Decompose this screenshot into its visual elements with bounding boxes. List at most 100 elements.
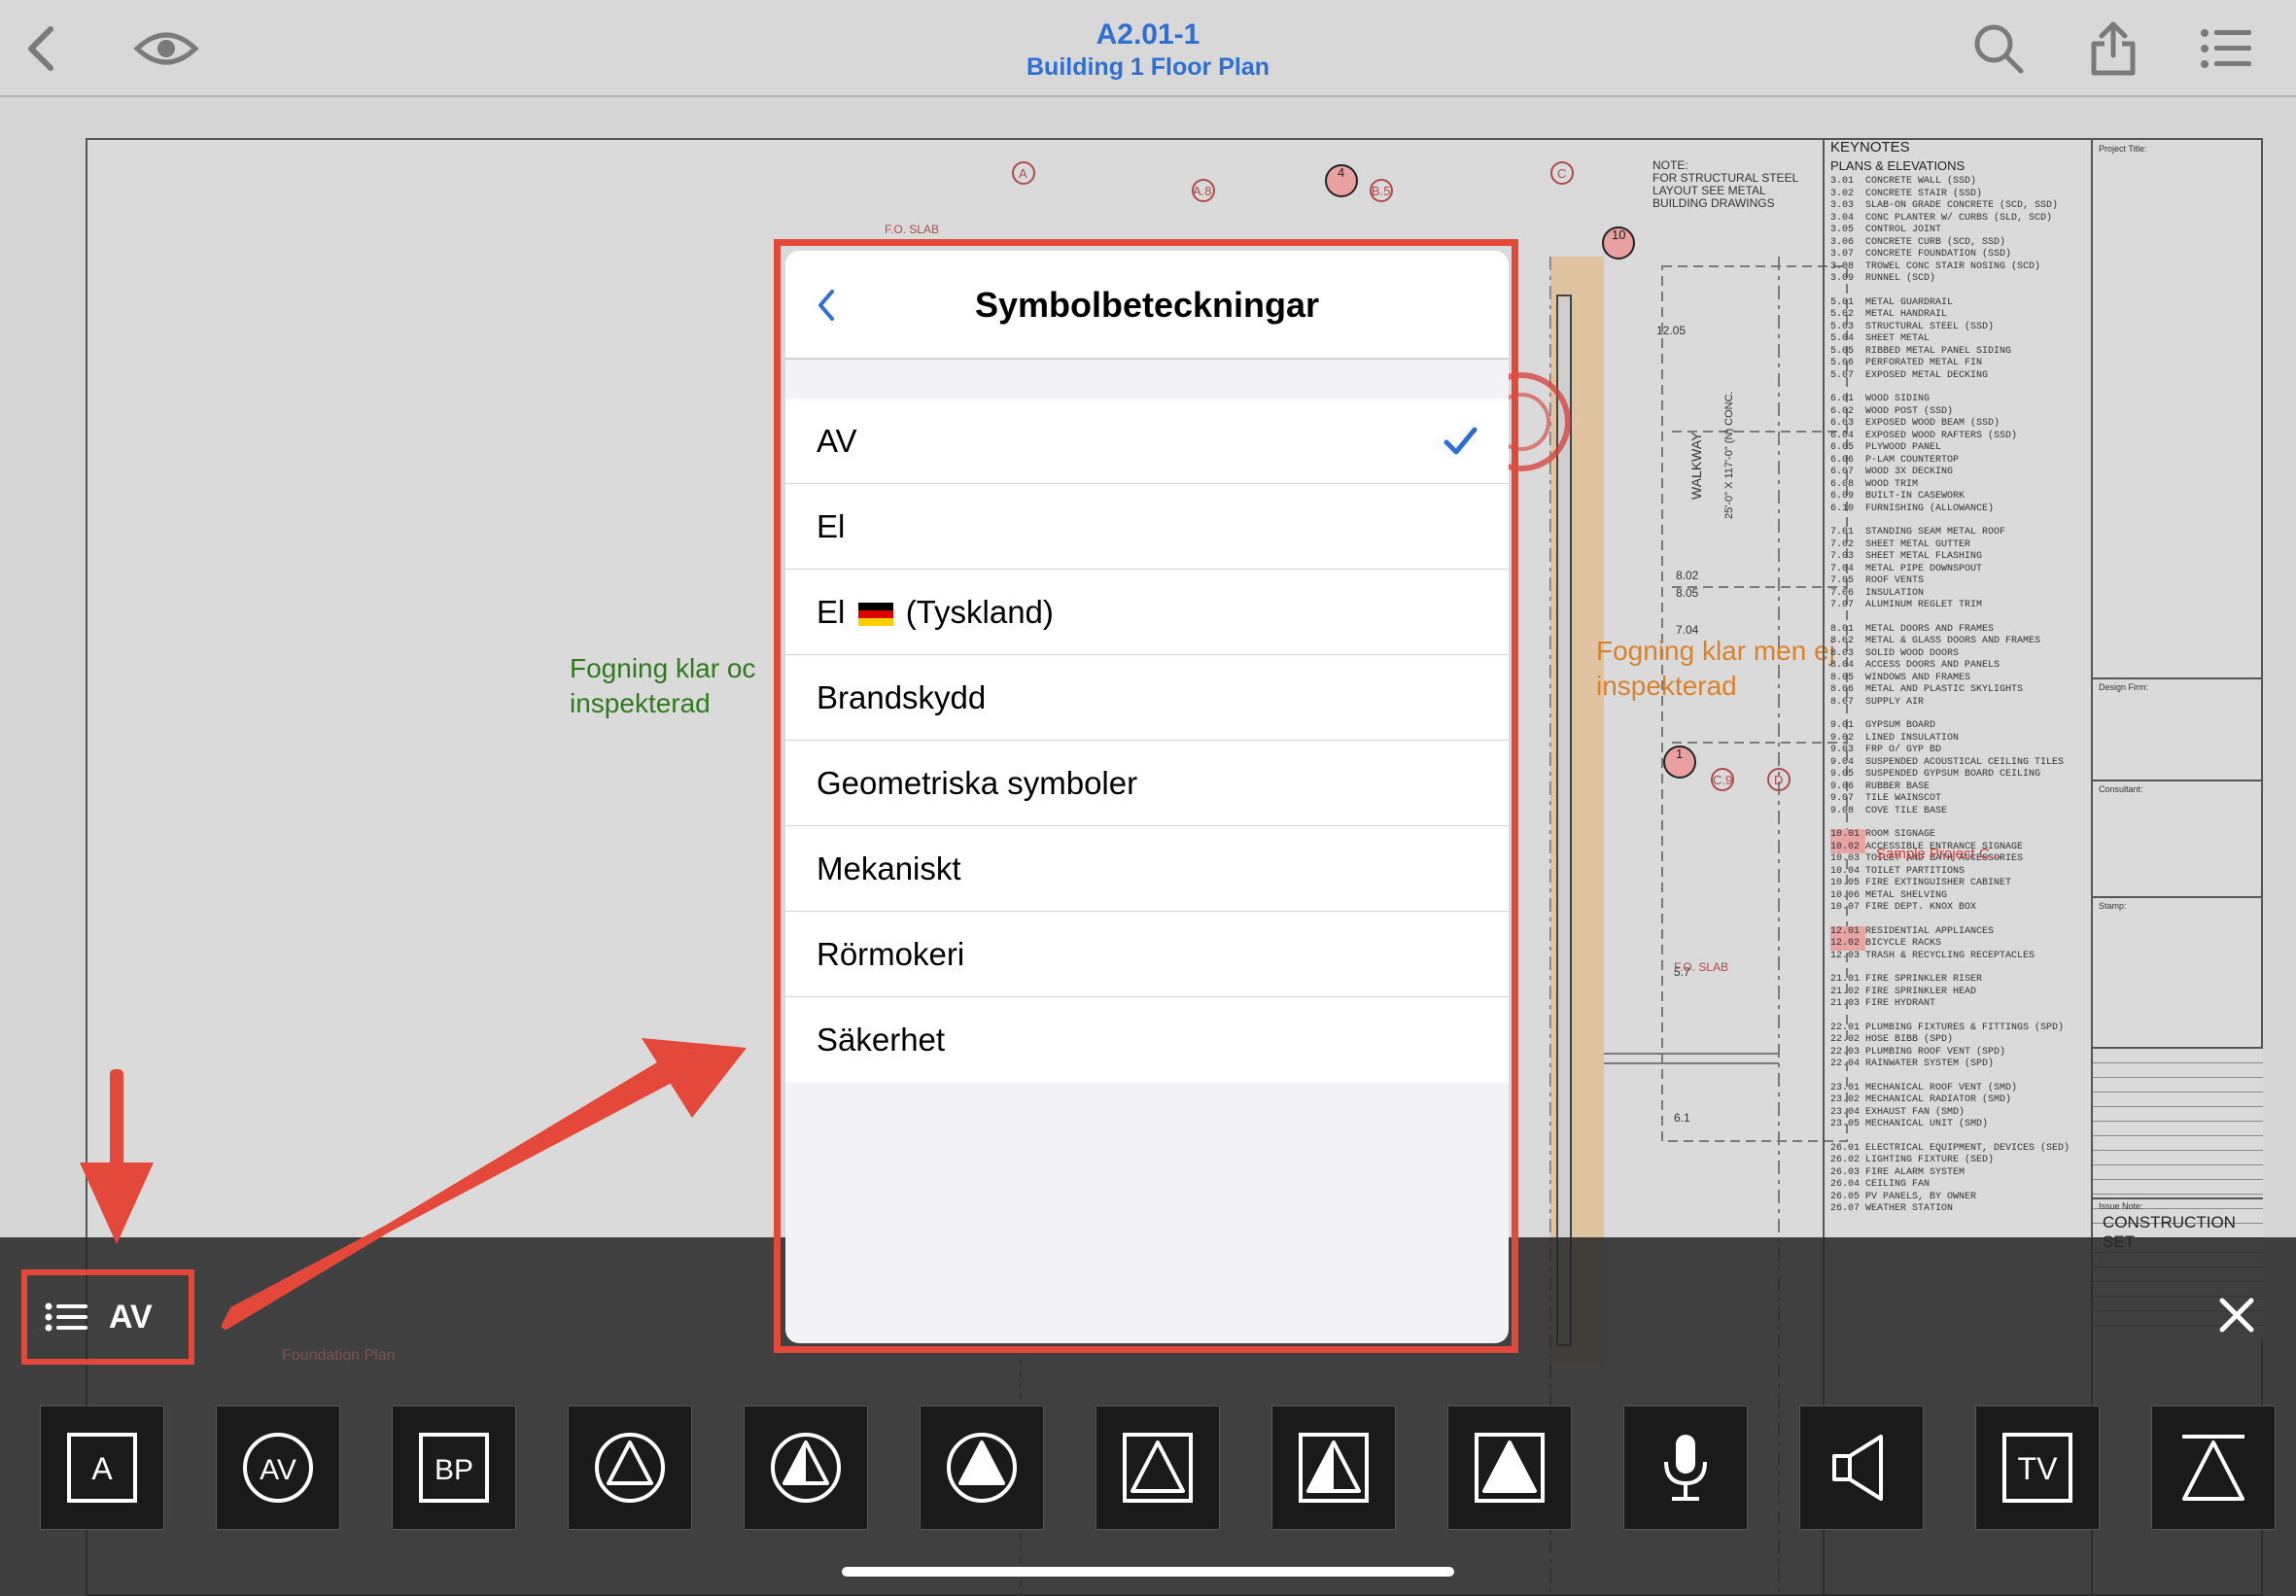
category-item-sakerhet[interactable]: Säkerhet	[785, 997, 1509, 1083]
keynote-text: FRP O/ GYP BD	[1865, 745, 1942, 755]
keynote-text: METAL HANDRAIL	[1865, 309, 1948, 320]
keynote-text: MECHANICAL ROOF VENT (SMD)	[1865, 1082, 2018, 1093]
keynote-row: 3.01 CONCRETE WALL (SSD)	[1830, 176, 2085, 189]
keynote-text: BICYCLE RACKS	[1865, 938, 1942, 949]
keynote-row: 7.01 STANDING SEAM METAL ROOF	[1830, 527, 2085, 539]
keynote-row: 26.02 LIGHTING FIXTURE (SED)	[1830, 1155, 2085, 1167]
keynote-code: 23.02	[1830, 1094, 1861, 1105]
keynote-row: 6.06 P-LAM COUNTERTOP	[1830, 455, 2085, 468]
keynote-code: 6.10	[1830, 503, 1855, 514]
keynote-code: 9.01	[1830, 720, 1855, 731]
keynote-text: INSULATION	[1865, 587, 1925, 599]
category-item-label: El (Tyskland)	[817, 593, 1054, 630]
design-firm-label: Design Firm:	[2099, 682, 2149, 692]
popover-header: Symbolbeteckningar	[785, 251, 1509, 360]
keynote-text: FIRE SPRINKLER HEAD	[1865, 986, 1977, 997]
tool-triangle-circle-outline[interactable]	[568, 1405, 692, 1530]
svg-text:6.1: 6.1	[1674, 1111, 1690, 1125]
category-item-mekaniskt[interactable]: Mekaniskt	[785, 826, 1509, 912]
tool-triangle-square-half[interactable]	[1271, 1405, 1396, 1530]
keynote-code: 7.04	[1830, 563, 1855, 574]
keynote-row: 21.02 FIRE SPRINKLER HEAD	[1830, 987, 2085, 999]
keynote-row: 22.02 HOSE BIBB (SPD)	[1830, 1034, 2085, 1047]
tool-triangle-square-outline[interactable]	[1096, 1405, 1220, 1530]
keynote-text: SOLID WOOD DOORS	[1865, 647, 1960, 659]
category-item-label: El	[817, 507, 846, 544]
keynote-code: 10.05	[1830, 878, 1861, 888]
keynote-code: 23.01	[1830, 1082, 1861, 1093]
annotation-orange[interactable]: Fogning klar men ej inspekterad	[1596, 634, 1835, 704]
keynote-code: 3.05	[1830, 225, 1855, 235]
list-icon	[2201, 29, 2251, 68]
share-button[interactable]	[2082, 17, 2144, 80]
tool-text: TV	[2018, 1451, 2059, 1486]
category-item-av[interactable]: AV	[785, 399, 1509, 484]
tool-triangle-bar[interactable]	[2151, 1405, 2276, 1530]
tool-triangle-circle-filled[interactable]	[920, 1405, 1044, 1530]
category-button[interactable]: AV	[21, 1269, 194, 1365]
tool-av-circle[interactable]: AV	[216, 1405, 340, 1530]
category-item-el[interactable]: El	[785, 484, 1509, 570]
keynote-row: 3.04 CONC PLANTER W/ CURBS (SLD, SCD)	[1830, 213, 2085, 226]
keynote-code: 9.04	[1830, 756, 1855, 768]
keynote-code: 21.01	[1830, 974, 1861, 985]
keynote-code: 3.01	[1830, 176, 1855, 187]
keynote-gap	[1830, 817, 2085, 829]
keynote-text: FIRE ALARM SYSTEM	[1865, 1166, 1966, 1178]
keynotes-title: KEYNOTES	[1830, 139, 1910, 156]
keynote-code: 9.02	[1830, 732, 1855, 744]
tool-triangle-circle-half[interactable]	[744, 1405, 868, 1530]
category-item-geometriska-symboler[interactable]: Geometriska symboler	[785, 741, 1509, 826]
annotation-green[interactable]: Fogning klar oc inspekterad	[570, 651, 755, 721]
keynote-row: 3.08 TROWEL CONC STAIR NOSING (SCD)	[1830, 261, 2085, 274]
checkmark-icon	[1444, 427, 1478, 455]
list-button[interactable]	[2195, 17, 2257, 80]
triangle-square-filled-icon	[1475, 1433, 1545, 1503]
keynote-row: 9.03 FRP O/ GYP BD	[1830, 745, 2085, 757]
triangle-square-outline-icon	[1123, 1433, 1193, 1503]
category-item-brandskydd[interactable]: Brandskydd	[785, 655, 1509, 741]
germany-flag-icon	[857, 602, 893, 626]
project-title-label: Project Title:	[2099, 144, 2147, 154]
issue-note-label: Issue Note:	[2099, 1201, 2143, 1211]
tool-bp-square[interactable]: BP	[392, 1405, 516, 1530]
sample-project-link[interactable]: Sample Project C...	[1876, 846, 2001, 862]
keynote-gap	[1830, 915, 2085, 926]
svg-text:C.9: C.9	[1713, 773, 1732, 787]
tool-tv-square[interactable]: TV	[1975, 1405, 2100, 1530]
keynote-row: 12.03 TRASH & RECYCLING RECEPTACLES	[1830, 951, 2085, 963]
tool-speaker[interactable]	[1799, 1405, 1924, 1530]
home-indicator[interactable]	[842, 1567, 1454, 1577]
tool-triangle-square-filled[interactable]	[1447, 1405, 1572, 1530]
tool-a-square[interactable]: A	[40, 1405, 164, 1530]
keynote-text: LINED INSULATION	[1865, 732, 1960, 744]
keynote-code: 12.03	[1830, 950, 1861, 961]
svg-text:C: C	[1557, 166, 1566, 181]
keynote-row: 8.05 WINDOWS AND FRAMES	[1830, 673, 2085, 685]
category-item-rormokeri[interactable]: Rörmokeri	[785, 912, 1509, 997]
tool-microphone[interactable]	[1623, 1405, 1748, 1530]
keynote-code: 10.03	[1830, 853, 1861, 864]
keynote-text: RUNNEL (SCD)	[1865, 273, 1936, 284]
keynote-code: 7.03	[1830, 551, 1855, 562]
svg-text:4: 4	[1338, 165, 1344, 180]
keynote-code: 5.02	[1830, 309, 1855, 320]
keynote-text: LIGHTING FIXTURE (SED)	[1865, 1155, 1995, 1165]
category-item-el-tyskland[interactable]: El (Tyskland)	[785, 570, 1509, 655]
sheet-title[interactable]: A2.01-1 Building 1 Floor Plan	[0, 17, 2296, 82]
keynote-text: SHEET METAL	[1865, 333, 1931, 344]
keynote-code: 26.02	[1830, 1155, 1861, 1165]
list-icon	[45, 1302, 87, 1332]
keynote-code: 10.07	[1830, 902, 1861, 913]
search-button[interactable]	[1967, 17, 2030, 80]
close-panel-button[interactable]	[2214, 1293, 2259, 1337]
triangle-circle-outline-icon	[595, 1433, 665, 1503]
keynote-code: 5.06	[1830, 358, 1855, 368]
keynote-row: 6.07 WOOD 3X DECKING	[1830, 467, 2085, 479]
category-item-label: Rörmokeri	[817, 935, 965, 972]
keynote-text: EXPOSED METAL DECKING	[1865, 369, 1989, 381]
keynote-text: PLYWOOD PANEL	[1865, 442, 1942, 453]
keynote-row: 10.05 FIRE EXTINGUISHER CABINET	[1830, 878, 2085, 890]
keynote-code: 7.06	[1830, 587, 1855, 599]
keynote-code: 21.03	[1830, 998, 1861, 1009]
